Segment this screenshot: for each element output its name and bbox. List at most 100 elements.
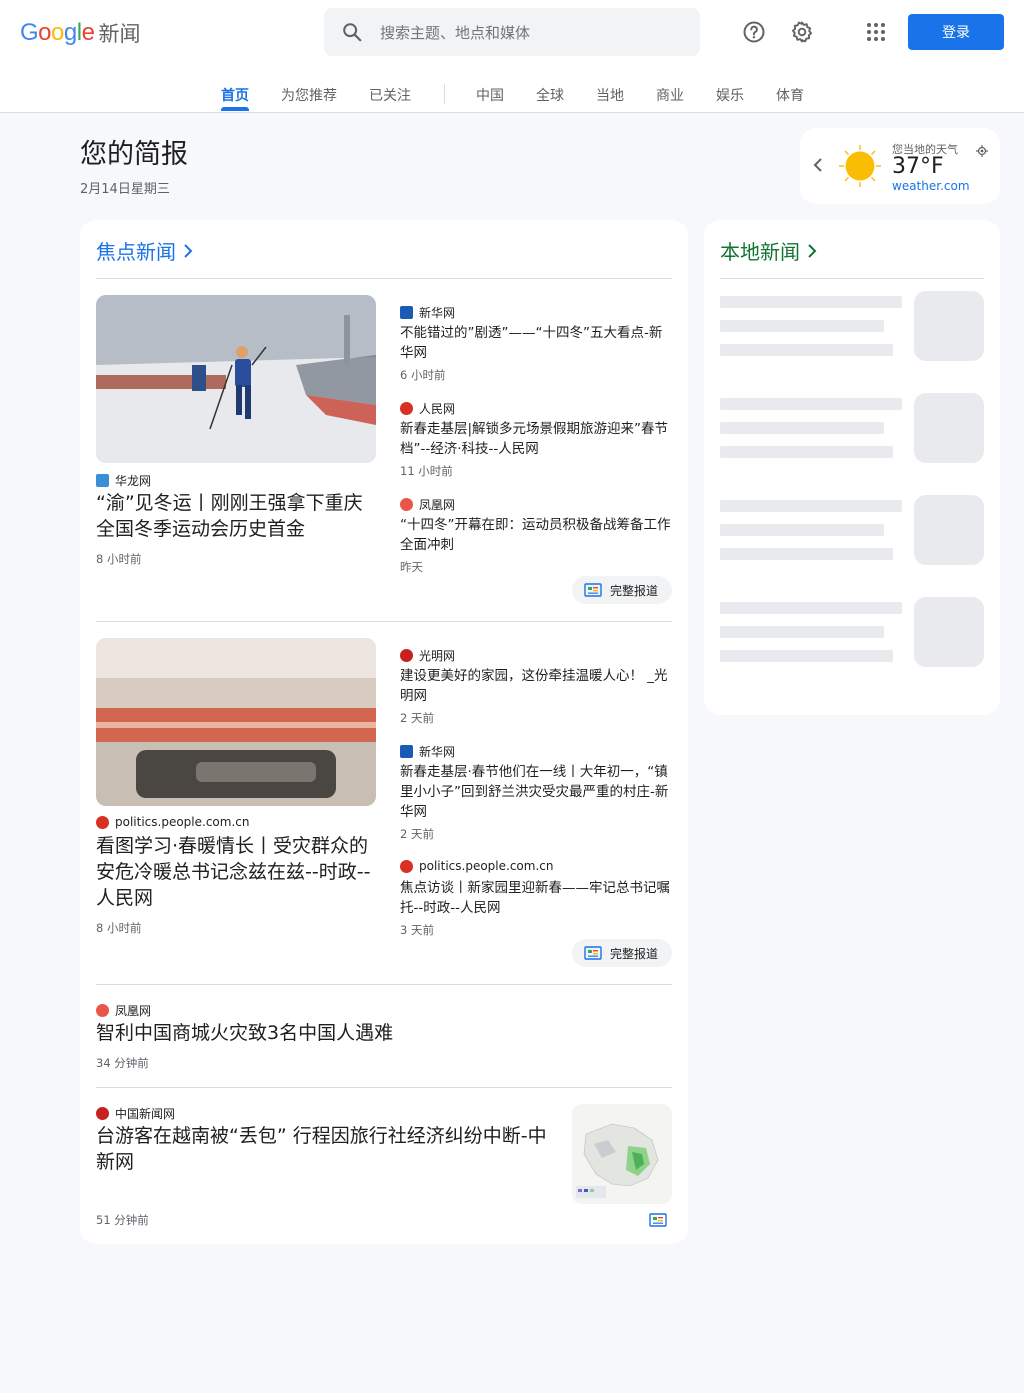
weather-widget[interactable]: 您当地的天气 37°F weather.com (800, 128, 1000, 204)
related-time: 昨天 (400, 560, 423, 574)
related-time: 6 小时前 (400, 368, 446, 382)
section-tabs: 首页 为您推荐 已关注 中国 全球 当地 商业 娱乐 体育 (0, 78, 1024, 112)
sunny-weather-icon (839, 145, 881, 187)
story-image-blurred[interactable] (96, 638, 376, 806)
loading-placeholder (720, 320, 884, 332)
story-image-skiing[interactable] (96, 295, 376, 463)
story-image-map[interactable] (572, 1104, 672, 1204)
guangming-favicon-icon (400, 649, 413, 662)
story-source: 华龙网 (96, 472, 151, 489)
related-time: 3 天前 (400, 923, 434, 937)
story-time: 51 分钟前 (96, 1213, 149, 1227)
tab-divider (444, 84, 445, 104)
divider (96, 621, 672, 622)
google-wordmark: Google (20, 19, 95, 46)
hualong-favicon-icon (96, 474, 109, 487)
loading-placeholder (720, 344, 893, 356)
logo-product-name: 新闻 (98, 22, 141, 46)
loading-placeholder (720, 524, 884, 536)
related-time: 11 小时前 (400, 464, 453, 478)
signin-button[interactable]: 登录 (908, 14, 1004, 50)
loading-placeholder (720, 548, 893, 560)
loading-placeholder (720, 446, 893, 458)
related-headline[interactable]: 建设更美好的家园，这份牵挂温暖人心！ _光明网 (400, 666, 672, 706)
peoples-daily-favicon-icon (400, 859, 413, 873)
story-source: politics.people.com.cn (96, 815, 249, 829)
related-source: politics.people.com.cn (400, 859, 553, 873)
divider (720, 278, 984, 279)
chevron-left-icon[interactable] (812, 156, 824, 178)
related-source: 人民网 (400, 400, 455, 417)
loading-placeholder (720, 650, 893, 662)
google-news-logo[interactable]: Google 新闻 (20, 18, 140, 48)
location-icon[interactable] (976, 142, 988, 161)
tab-china[interactable]: 中国 (476, 85, 504, 105)
top-stories-title: 焦点新闻 (96, 240, 176, 264)
loading-image-placeholder (914, 393, 984, 463)
apps-icon[interactable] (860, 16, 892, 48)
search-box[interactable]: 搜索主题、地点和媒体 (324, 8, 700, 56)
related-headline[interactable]: 新春走基层·春节他们在一线丨大年初一，“镇里小小子”回到舒兰洪灾受灾最严重的村庄… (400, 762, 672, 822)
loading-placeholder (720, 296, 902, 308)
chevron-right-icon (808, 243, 817, 258)
loading-image-placeholder (914, 597, 984, 667)
briefing-date: 2月14日星期三 (80, 182, 170, 197)
loading-image-placeholder (914, 291, 984, 361)
loading-placeholder (720, 398, 902, 410)
related-headline[interactable]: 不能错过的”剧透”——“十四冬”五大看点-新华网 (400, 323, 672, 363)
loading-placeholder (720, 626, 884, 638)
story-time: 8 小时前 (96, 921, 142, 935)
related-source: 光明网 (400, 647, 455, 664)
peoples-daily-favicon-icon (400, 402, 413, 415)
help-icon[interactable] (738, 16, 770, 48)
page-title: 您的简报 (80, 139, 188, 170)
divider (96, 984, 672, 985)
story-headline[interactable]: 看图学习·春暖情长丨受灾群众的安危冷暖总书记念兹在兹--时政--人民网 (96, 833, 378, 911)
full-coverage-icon (584, 583, 602, 597)
tab-sports[interactable]: 体育 (776, 85, 804, 105)
story-headline[interactable]: “渝”见冬运丨刚刚王强拿下重庆全国冬季运动会历史首金 (96, 490, 378, 542)
tab-entertainment[interactable]: 娱乐 (716, 85, 744, 105)
story-time: 8 小时前 (96, 552, 142, 566)
tab-home[interactable]: 首页 (221, 85, 249, 105)
local-news-heading[interactable]: 本地新闻 (720, 236, 818, 265)
settings-icon[interactable] (786, 16, 818, 48)
chinanews-favicon-icon (96, 1107, 109, 1120)
full-coverage-button[interactable]: 完整报道 (572, 576, 672, 604)
tab-local[interactable]: 当地 (596, 85, 624, 105)
ifeng-favicon-icon (400, 498, 413, 511)
top-header: Google 新闻 搜索主题、地点和媒体 登录 首页 为您推荐 已关注 中国 全… (0, 0, 1024, 113)
full-coverage-button[interactable]: 完整报道 (572, 939, 672, 967)
peoples-daily-favicon-icon (96, 815, 109, 829)
related-headline[interactable]: 焦点访谈丨新家园里迎新春——牢记总书记嘱托--时政--人民网 (400, 878, 672, 918)
story-time: 34 分钟前 (96, 1056, 149, 1070)
xinhua-favicon-icon (400, 745, 413, 758)
weather-temperature: 37°F (892, 154, 944, 179)
ifeng-favicon-icon (96, 1004, 109, 1017)
story-headline[interactable]: 台游客在越南被“丢包” 行程因旅行社经济纠纷中断-中新网 (96, 1123, 552, 1175)
tab-business[interactable]: 商业 (656, 85, 684, 105)
related-headline[interactable]: 新春走基层|解锁多元场景假期旅游迎来”春节档”--经济·科技--人民网 (400, 419, 672, 459)
related-time: 2 天前 (400, 827, 434, 841)
related-time: 2 天前 (400, 711, 434, 725)
divider (96, 1087, 672, 1088)
weather-source-link[interactable]: weather.com (892, 179, 970, 193)
top-stories-heading[interactable]: 焦点新闻 (96, 236, 194, 265)
local-news-card: 本地新闻 (704, 220, 1000, 715)
loading-placeholder (720, 422, 884, 434)
tab-for-you[interactable]: 为您推荐 (281, 85, 337, 105)
related-headline[interactable]: “十四冬”开幕在即：运动员积极备战筹备工作全面冲刺 (400, 515, 672, 555)
active-tab-indicator (221, 107, 249, 111)
full-coverage-icon[interactable] (649, 1212, 667, 1231)
loading-placeholder (720, 500, 902, 512)
tab-world[interactable]: 全球 (536, 85, 564, 105)
search-placeholder: 搜索主题、地点和媒体 (380, 23, 531, 42)
story-source: 凤凰网 (96, 1002, 151, 1019)
chevron-right-icon (184, 243, 193, 258)
full-coverage-icon (584, 946, 602, 960)
search-icon[interactable] (324, 21, 380, 43)
tab-following[interactable]: 已关注 (369, 85, 411, 105)
related-source: 新华网 (400, 743, 455, 760)
story-headline[interactable]: 智利中国商城火灾致3名中国人遇难 (96, 1020, 656, 1046)
divider (96, 278, 672, 279)
